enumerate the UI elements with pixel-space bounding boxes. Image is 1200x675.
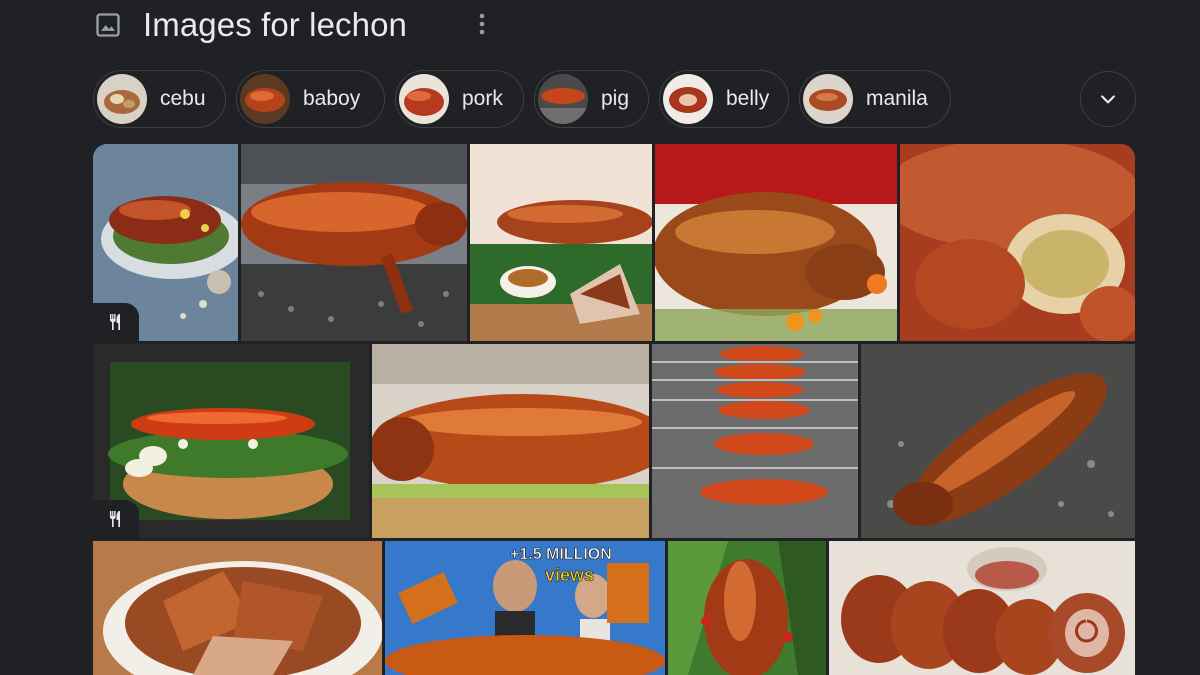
image-icon xyxy=(93,10,123,40)
chip-label: cebu xyxy=(160,87,206,110)
chip-manila[interactable]: manila xyxy=(799,70,951,128)
recipe-badge xyxy=(93,303,139,341)
chip-thumbnail xyxy=(97,74,147,124)
chip-belly[interactable]: belly xyxy=(659,70,789,128)
image-result[interactable] xyxy=(372,344,649,538)
chip-thumbnail xyxy=(663,74,713,124)
image-result[interactable] xyxy=(861,344,1135,538)
chip-label: manila xyxy=(866,87,928,110)
image-result[interactable] xyxy=(655,144,897,341)
chip-thumbnail xyxy=(399,74,449,124)
image-result[interactable] xyxy=(93,144,238,341)
image-grid: +1.5 MILLION views xyxy=(93,144,1135,675)
image-result[interactable] xyxy=(900,144,1135,341)
chip-pig[interactable]: pig xyxy=(534,70,649,128)
page-title: Images for lechon xyxy=(143,6,408,43)
related-search-chips: cebu baboy pork pig belly manila xyxy=(93,70,1138,128)
chip-label: pork xyxy=(462,87,503,110)
chip-thumbnail xyxy=(538,74,588,124)
views-overlay-line2: views xyxy=(545,565,594,585)
image-result[interactable] xyxy=(93,541,382,675)
chip-thumbnail xyxy=(803,74,853,124)
more-vert-icon[interactable] xyxy=(468,10,496,38)
expand-chips-button[interactable] xyxy=(1080,71,1136,127)
chip-label: belly xyxy=(726,87,770,110)
results-header: Images for lechon xyxy=(93,0,513,50)
image-result[interactable] xyxy=(652,344,858,538)
chip-pork[interactable]: pork xyxy=(395,70,524,128)
chevron-down-icon xyxy=(1101,95,1115,104)
chip-label: pig xyxy=(601,87,630,110)
fork-knife-icon xyxy=(110,511,120,527)
views-overlay-line1: +1.5 MILLION xyxy=(510,546,612,563)
chip-label: baboy xyxy=(303,87,361,110)
chip-baboy[interactable]: baboy xyxy=(236,70,385,128)
fork-knife-icon xyxy=(110,314,120,330)
chip-thumbnail xyxy=(240,74,290,124)
image-result[interactable] xyxy=(470,144,652,341)
image-result[interactable] xyxy=(668,541,826,675)
chip-cebu[interactable]: cebu xyxy=(93,70,226,128)
image-result[interactable] xyxy=(829,541,1135,675)
image-result[interactable] xyxy=(93,344,369,538)
recipe-badge xyxy=(93,500,139,538)
image-result[interactable] xyxy=(241,144,467,341)
image-result[interactable]: +1.5 MILLION views xyxy=(385,541,665,675)
